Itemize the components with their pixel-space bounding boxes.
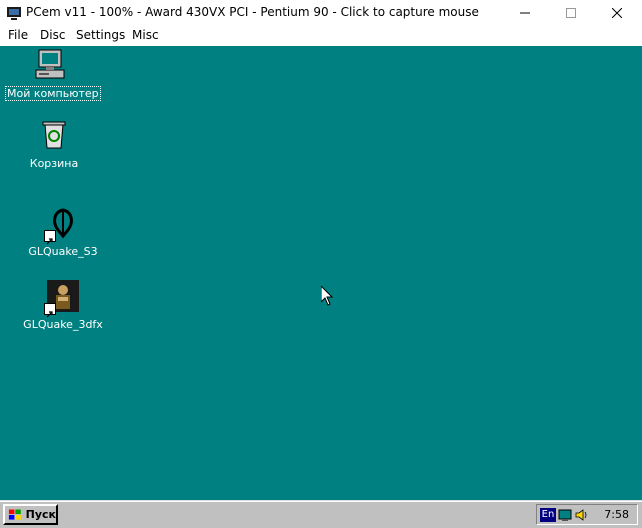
menu-disc[interactable]: Disc [40, 28, 65, 42]
my-computer-icon [33, 48, 67, 82]
system-tray: En 7:58 [536, 504, 638, 525]
volume-icon[interactable] [574, 508, 588, 522]
minimize-icon [520, 12, 530, 14]
desktop-icon-label: GLQuake_3dfx [23, 318, 103, 331]
minimize-button[interactable] [502, 0, 548, 26]
desktop-icon-label: GLQuake_S3 [28, 245, 98, 258]
taskbar: Пуск En 7:58 [0, 500, 642, 528]
maximize-button[interactable] [548, 0, 594, 26]
pcem-app-icon [7, 7, 21, 20]
display-settings-icon[interactable] [558, 508, 572, 522]
menu-file[interactable]: File [8, 28, 28, 42]
shortcut-arrow-icon [44, 303, 56, 318]
language-indicator[interactable]: En [540, 508, 556, 522]
window-titlebar: PCem v11 - 100% - Award 430VX PCI - Pent… [0, 0, 642, 27]
maximize-icon [566, 8, 576, 18]
start-button[interactable]: Пуск [3, 504, 58, 525]
start-label: Пуск [25, 508, 56, 521]
desktop-icon-label: Корзина [29, 157, 79, 170]
desktop-icon-glquake-s3[interactable]: GLQuake_S3 [18, 206, 108, 259]
windows-logo-icon [8, 509, 21, 520]
emulated-desktop[interactable]: Мой компьютер Корзина GLQuake_S3 GLQuake… [0, 46, 642, 500]
quake-icon [44, 206, 80, 245]
menu-misc[interactable]: Misc [132, 28, 159, 42]
recycle-bin-icon [37, 118, 71, 152]
desktop-icon-glquake-3dfx[interactable]: GLQuake_3dfx [18, 279, 108, 332]
quake-3dfx-icon [44, 279, 80, 318]
clock[interactable]: 7:58 [604, 508, 629, 521]
close-button[interactable] [594, 0, 640, 26]
desktop-icon-recycle-bin[interactable]: Корзина [9, 118, 99, 171]
close-icon [612, 8, 622, 18]
window-title: PCem v11 - 100% - Award 430VX PCI - Pent… [26, 5, 479, 19]
menu-settings[interactable]: Settings [76, 28, 125, 42]
shortcut-arrow-icon [44, 230, 56, 245]
mouse-cursor-icon [321, 286, 333, 306]
menu-bar: File Disc Settings Misc [0, 26, 642, 46]
desktop-icon-my-computer[interactable]: Мой компьютер [5, 48, 101, 101]
desktop-icon-label: Мой компьютер [5, 86, 101, 101]
